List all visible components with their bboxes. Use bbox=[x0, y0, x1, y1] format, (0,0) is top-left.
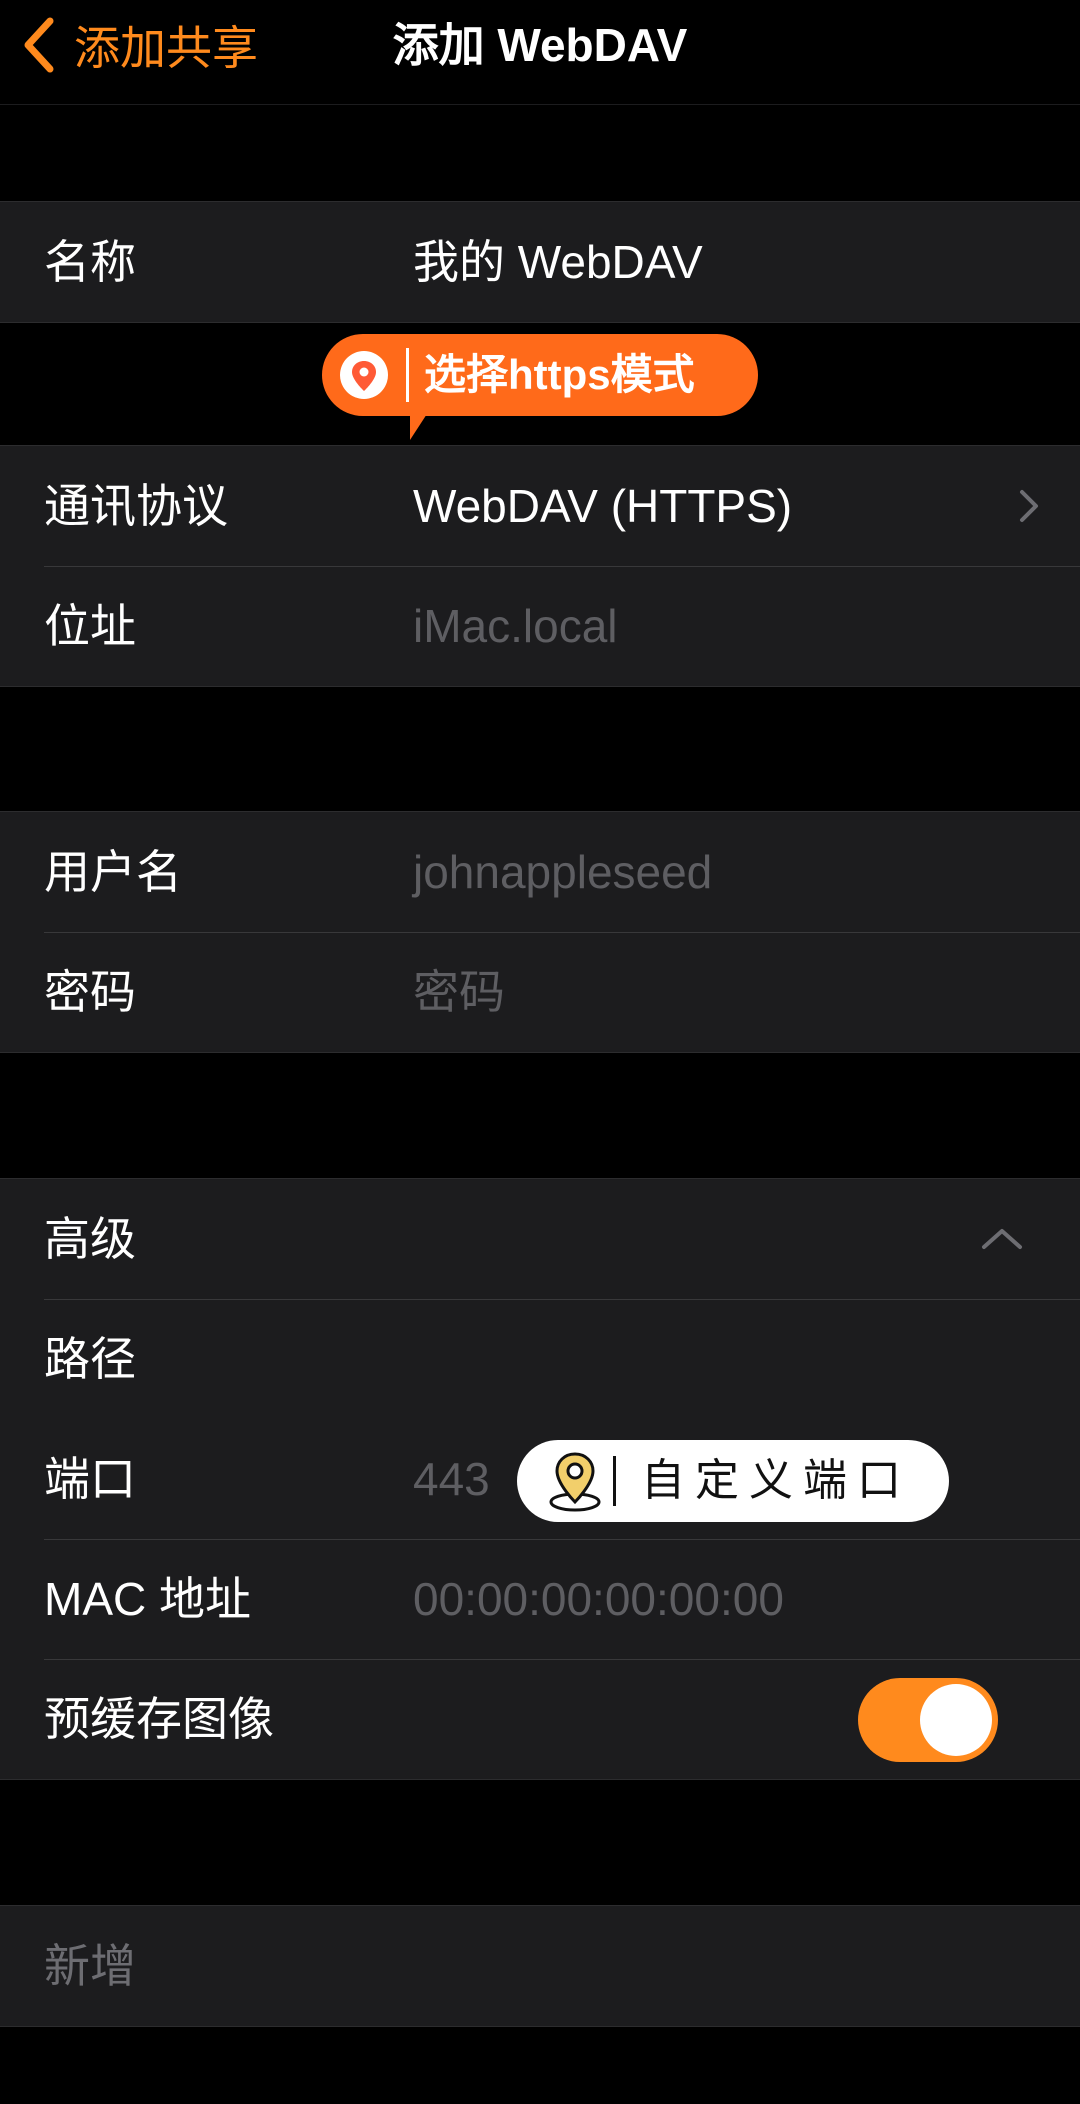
path-label: 路径 bbox=[44, 1333, 136, 1385]
mac-row[interactable]: MAC 地址 00:00:00:00:00:00 bbox=[0, 1539, 1080, 1659]
port-field[interactable]: 443 bbox=[413, 1419, 490, 1539]
add-row[interactable]: 新增 bbox=[0, 1906, 1080, 2026]
chevron-right-icon bbox=[1020, 490, 1038, 522]
page-title: 添加 WebDAV bbox=[392, 19, 688, 71]
username-label: 用户名 bbox=[44, 846, 182, 898]
path-row[interactable]: 路径 bbox=[0, 1299, 1080, 1419]
chevron-up-icon[interactable] bbox=[980, 1225, 1024, 1251]
password-label: 密码 bbox=[44, 966, 136, 1018]
protocol-row[interactable]: 通讯协议 WebDAV (HTTPS) bbox=[0, 446, 1080, 566]
map-pin-icon bbox=[549, 1452, 601, 1512]
password-field[interactable]: 密码 bbox=[413, 932, 505, 1052]
address-row[interactable]: 位址 iMac.local bbox=[0, 566, 1080, 686]
toggle-knob bbox=[920, 1684, 992, 1756]
mac-label: MAC 地址 bbox=[44, 1573, 251, 1625]
name-label: 名称 bbox=[44, 236, 136, 288]
navigation-bar: 添加共享 添加 WebDAV bbox=[0, 0, 1080, 105]
https-annotation-callout: 选择https模式 bbox=[322, 334, 758, 440]
password-row[interactable]: 密码 密码 bbox=[0, 932, 1080, 1052]
advanced-header-row[interactable]: 高级 bbox=[0, 1179, 1080, 1299]
connection-group: 通讯协议 WebDAV (HTTPS) 位址 iMac.local bbox=[0, 445, 1080, 687]
location-pin-icon bbox=[340, 351, 388, 399]
advanced-label: 高级 bbox=[44, 1213, 136, 1265]
name-row[interactable]: 名称 我的 WebDAV bbox=[0, 202, 1080, 322]
add-button[interactable]: 新增 bbox=[44, 1906, 136, 2026]
precache-toggle[interactable] bbox=[858, 1678, 998, 1762]
port-callout-text: 自定义端口 bbox=[641, 1456, 911, 1505]
mac-field[interactable]: 00:00:00:00:00:00 bbox=[413, 1539, 784, 1659]
name-group: 名称 我的 WebDAV bbox=[0, 201, 1080, 323]
username-row[interactable]: 用户名 johnappleseed bbox=[0, 812, 1080, 932]
protocol-value: WebDAV (HTTPS) bbox=[413, 480, 793, 532]
protocol-label: 通讯协议 bbox=[44, 480, 228, 532]
port-annotation-callout: 自定义端口 bbox=[517, 1440, 949, 1522]
port-label: 端口 bbox=[44, 1453, 136, 1505]
precache-label: 预缓存图像 bbox=[44, 1693, 274, 1745]
address-field[interactable]: iMac.local bbox=[413, 566, 618, 686]
credentials-group: 用户名 johnappleseed 密码 密码 bbox=[0, 811, 1080, 1053]
username-field[interactable]: johnappleseed bbox=[413, 812, 712, 932]
https-callout-text: 选择https模式 bbox=[424, 351, 695, 398]
callout-divider bbox=[406, 348, 409, 402]
callout-divider bbox=[613, 1456, 616, 1506]
name-field[interactable]: 我的 WebDAV bbox=[413, 202, 703, 322]
add-group: 新增 bbox=[0, 1905, 1080, 2027]
address-label: 位址 bbox=[44, 600, 136, 652]
precache-row: 预缓存图像 bbox=[0, 1659, 1080, 1779]
